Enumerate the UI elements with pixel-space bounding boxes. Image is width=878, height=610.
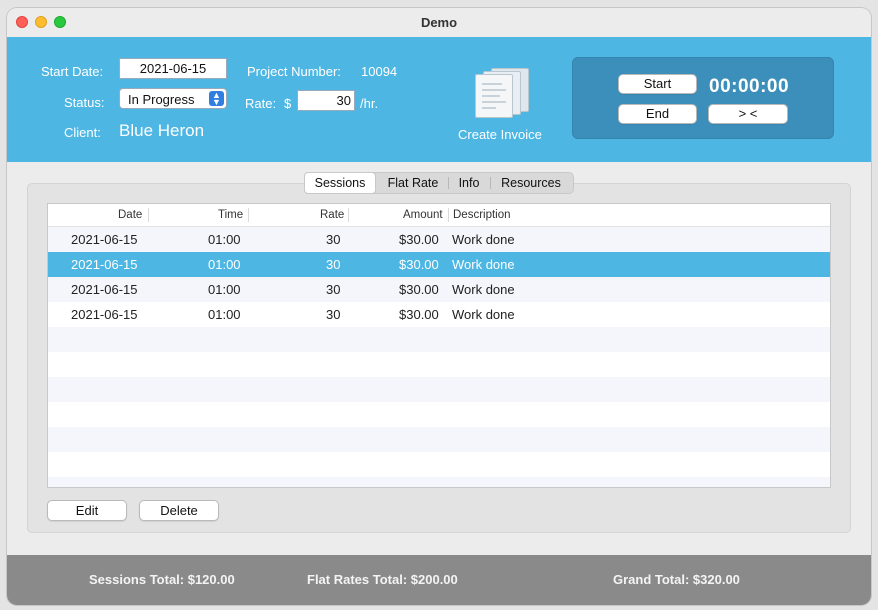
rate-field[interactable]: 30 [297, 90, 355, 111]
cell-date: 2021-06-15 [71, 257, 138, 272]
cell-amount: $30.00 [399, 257, 439, 272]
cell-description: Work done [452, 257, 515, 272]
chevron-updown-icon: ▲ ▼ [209, 91, 224, 107]
column-divider [248, 208, 249, 222]
client-label: Client: [64, 125, 101, 140]
project-number-label: Project Number: [247, 64, 341, 79]
start-date-label: Start Date: [41, 64, 104, 79]
window-title: Demo [420, 15, 458, 30]
table-row-selected[interactable]: 2021-06-15 01:00 30 $30.00 Work done [48, 252, 830, 277]
client-name: Blue Heron [119, 121, 205, 140]
cell-date: 2021-06-15 [71, 282, 138, 297]
table-row[interactable]: 2021-06-15 01:00 30 $30.00 Work done [48, 302, 830, 327]
tab-bar: Sessions Flat Rate Info Resources [304, 172, 574, 194]
cell-description: Work done [452, 307, 515, 322]
grand-total: Grand Total: $320.00 [613, 572, 740, 587]
column-header-rate[interactable]: Rate [320, 209, 344, 221]
cell-description: Work done [452, 282, 515, 297]
totals-footer: Sessions Total: $120.00 Flat Rates Total… [7, 555, 871, 605]
column-header-description[interactable]: Description [453, 209, 511, 221]
empty-row [48, 402, 830, 427]
delete-button[interactable]: Delete [139, 500, 219, 521]
status-label: Status: [64, 95, 105, 110]
cell-rate: 30 [326, 232, 341, 247]
empty-row [48, 427, 830, 452]
column-header-time[interactable]: Time [218, 209, 243, 221]
cell-amount: $30.00 [399, 307, 439, 322]
cell-description: Work done [452, 232, 515, 247]
cell-time: 01:00 [208, 307, 241, 322]
create-invoice-label: Create Invoice [458, 127, 542, 142]
project-header: Start Date: 2021-06-15 Status: In Progre… [7, 37, 871, 162]
cell-amount: $30.00 [399, 282, 439, 297]
project-number-value: 10094 [361, 64, 398, 79]
empty-row [48, 477, 830, 487]
empty-row [48, 452, 830, 477]
column-divider [348, 208, 349, 222]
start-date-field[interactable]: 2021-06-15 [119, 58, 227, 79]
cell-date: 2021-06-15 [71, 307, 138, 322]
start-button[interactable]: Start [618, 74, 697, 94]
rate-unit: /hr. [360, 96, 379, 111]
cell-rate: 30 [326, 307, 341, 322]
create-invoice-button[interactable]: Create Invoice [447, 67, 555, 147]
tab-flat-rate[interactable]: Flat Rate [379, 173, 447, 193]
table-header: Date Time Rate Amount Description [48, 204, 830, 227]
cell-date: 2021-06-15 [71, 232, 138, 247]
end-button[interactable]: End [618, 104, 697, 124]
empty-row [48, 377, 830, 402]
column-divider [148, 208, 149, 222]
app-window: Demo Start Date: 2021-06-15 Status: In P… [7, 8, 871, 605]
timer-panel: Start End > < 00:00:00 [572, 57, 834, 139]
cell-amount: $30.00 [399, 232, 439, 247]
rate-label: Rate: [245, 96, 277, 111]
cell-time: 01:00 [208, 257, 241, 272]
table-row[interactable]: 2021-06-15 01:00 30 $30.00 Work done [48, 227, 830, 252]
tab-info[interactable]: Info [449, 173, 489, 193]
sessions-table[interactable]: Date Time Rate Amount Description 2021-0… [47, 203, 831, 488]
column-divider [448, 208, 449, 222]
table-row[interactable]: 2021-06-15 01:00 30 $30.00 Work done [48, 277, 830, 302]
cell-rate: 30 [326, 282, 341, 297]
swap-button[interactable]: > < [708, 104, 788, 124]
title-bar: Demo [7, 8, 871, 37]
timer-clock: 00:00:00 [709, 76, 790, 97]
status-popup-value: In Progress [128, 92, 195, 107]
edit-button[interactable]: Edit [47, 500, 127, 521]
column-header-date[interactable]: Date [118, 209, 142, 221]
cell-rate: 30 [326, 257, 341, 272]
tab-sessions[interactable]: Sessions [304, 172, 376, 194]
invoice-documents-icon [473, 68, 533, 118]
cell-time: 01:00 [208, 232, 241, 247]
status-popup[interactable]: In Progress ▲ ▼ [119, 88, 227, 109]
rate-currency: $ [284, 96, 292, 111]
flat-rates-total: Flat Rates Total: $200.00 [307, 572, 458, 587]
cell-time: 01:00 [208, 282, 241, 297]
sessions-total: Sessions Total: $120.00 [89, 572, 235, 587]
empty-row [48, 352, 830, 377]
empty-row [48, 327, 830, 352]
column-header-amount[interactable]: Amount [403, 209, 443, 221]
tab-resources[interactable]: Resources [491, 173, 571, 193]
